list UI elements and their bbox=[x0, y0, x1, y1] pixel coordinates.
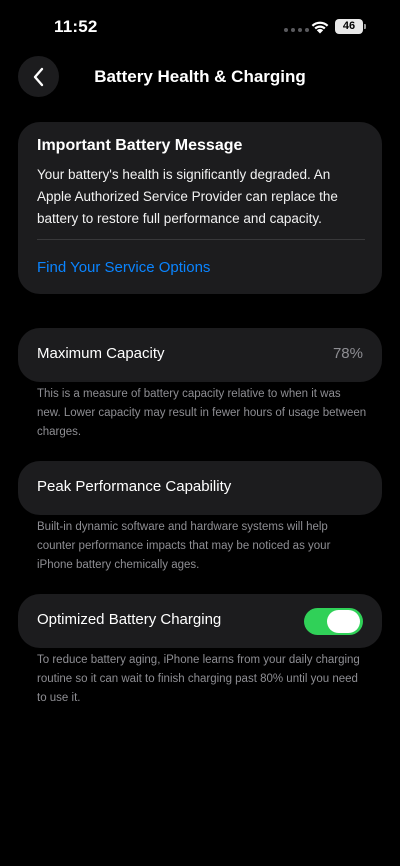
battery-icon: 46 bbox=[335, 19, 366, 34]
maximum-capacity-value: 78% bbox=[332, 345, 363, 362]
peak-performance-label: Peak Performance Capability bbox=[37, 478, 232, 495]
maximum-capacity-label: Maximum Capacity bbox=[37, 345, 165, 362]
toggle-knob bbox=[327, 610, 360, 633]
optimized-charging-row: Optimized Battery Charging bbox=[18, 594, 382, 648]
find-service-options-link[interactable]: Find Your Service Options bbox=[37, 259, 210, 276]
cellular-signal-icon bbox=[284, 28, 309, 32]
optimized-charging-footnote: To reduce battery aging, iPhone learns f… bbox=[37, 654, 360, 704]
divider bbox=[37, 239, 365, 240]
page-title: Battery Health & Charging bbox=[94, 67, 306, 86]
capacity-footnote: This is a measure of battery capacity re… bbox=[37, 388, 367, 438]
navigation-bar: Battery Health & Charging bbox=[0, 56, 400, 97]
status-time: 11:52 bbox=[54, 17, 98, 36]
status-bar: 11:52 46 bbox=[0, 0, 400, 52]
message-body: Your battery's health is significantly d… bbox=[37, 167, 338, 226]
optimized-charging-toggle[interactable] bbox=[304, 608, 363, 635]
peak-performance-row[interactable]: Peak Performance Capability bbox=[18, 461, 382, 515]
peak-performance-footnote: Built-in dynamic software and hardware s… bbox=[37, 521, 331, 571]
battery-message-card: Important Battery Message Your battery's… bbox=[18, 122, 382, 294]
wifi-icon bbox=[311, 21, 329, 34]
message-title: Important Battery Message bbox=[37, 137, 243, 154]
maximum-capacity-row: Maximum Capacity 78% bbox=[18, 328, 382, 382]
optimized-charging-label: Optimized Battery Charging bbox=[37, 611, 222, 628]
